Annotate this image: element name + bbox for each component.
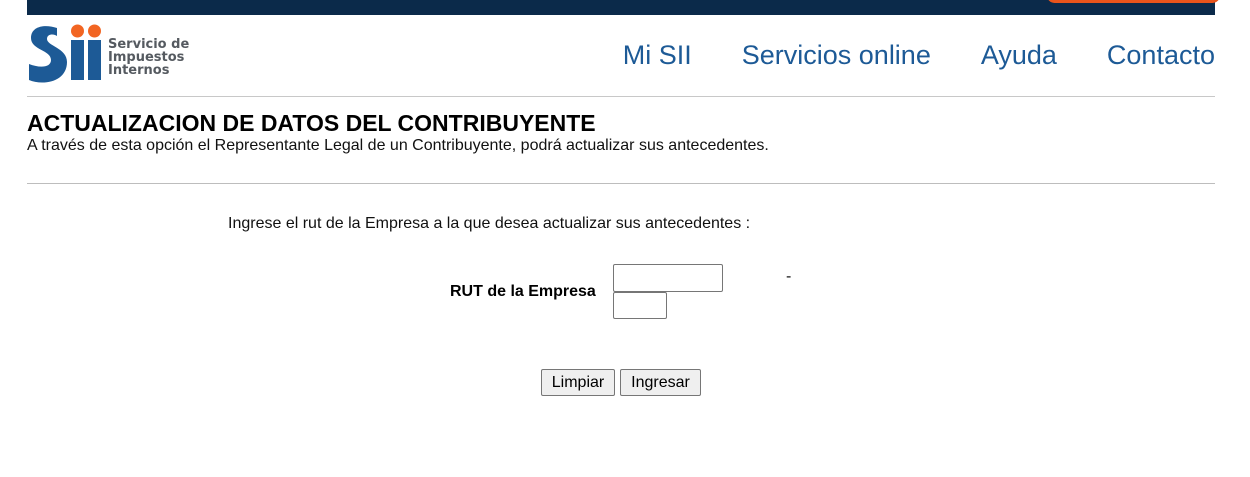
rut-dv-input[interactable]: [613, 292, 667, 319]
clear-button[interactable]: Limpiar: [541, 369, 615, 396]
nav-ayuda[interactable]: Ayuda: [981, 39, 1057, 71]
submit-button[interactable]: Ingresar: [620, 369, 701, 396]
content-divider: [27, 183, 1215, 184]
form-instruction: Ingrese el rut de la Empresa a la que de…: [228, 215, 751, 232]
page-title: ACTUALIZACION DE DATOS DEL CONTRIBUYENTE: [27, 110, 596, 136]
top-bar: [27, 0, 1220, 15]
page-description: A través de esta opción el Representante…: [27, 137, 769, 154]
nav-servicios-online[interactable]: Servicios online: [742, 39, 931, 71]
main-nav: Mi SII Servicios online Ayuda Contacto: [623, 39, 1215, 71]
nav-contacto[interactable]: Contacto: [1107, 39, 1215, 71]
logo-line-3: Internos: [108, 63, 170, 78]
nav-mi-sii[interactable]: Mi SII: [623, 39, 692, 71]
logo-text: Servicio de Impuestos Internos: [108, 38, 189, 77]
rut-label: RUT de la Empresa: [450, 283, 596, 300]
header-divider: [27, 96, 1215, 97]
top-bar-orange-button[interactable]: [1047, 0, 1220, 3]
sii-logo-mark-icon: [29, 24, 101, 83]
rut-input[interactable]: [613, 264, 723, 292]
sii-logo[interactable]: Servicio de Impuestos Internos: [27, 24, 207, 84]
rut-separator: -: [786, 268, 792, 285]
